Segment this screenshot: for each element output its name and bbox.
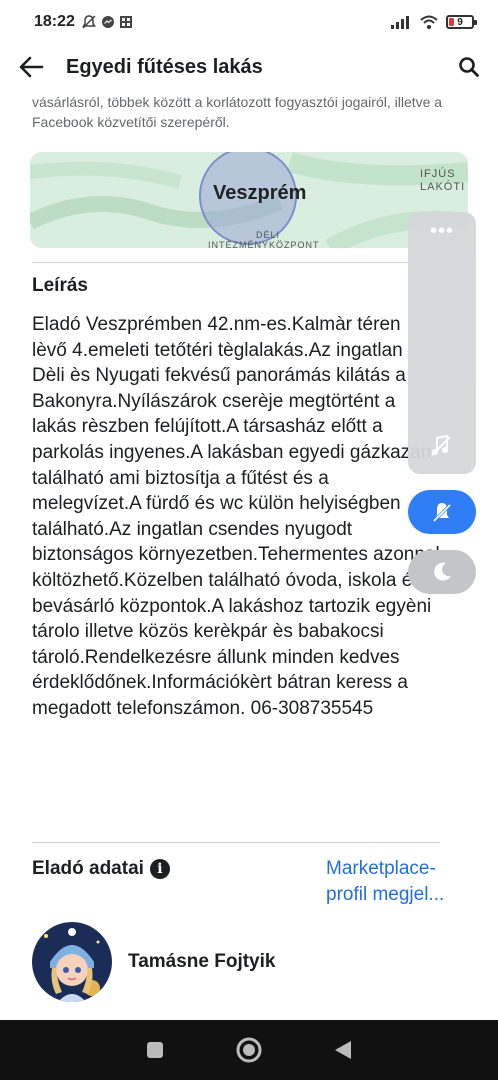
- dark-mode-toggle[interactable]: [408, 550, 476, 594]
- more-dots-icon[interactable]: •••: [408, 220, 476, 243]
- status-bar: 18:22 9: [0, 0, 498, 44]
- divider: [32, 842, 440, 843]
- description-heading: Leírás: [32, 275, 88, 296]
- seller-heading-label: Eladó adatai: [32, 858, 144, 879]
- buyer-rights-notice: vásárlásról, többek között a korlátozott…: [32, 94, 443, 130]
- battery-icon: 9: [446, 15, 477, 29]
- signal-icon: [391, 16, 409, 29]
- map-district-label: IFJÚS LAKÓTI: [420, 168, 466, 193]
- location-map[interactable]: Veszprém IFJÚS LAKÓTI DÉLI INTÉZMÉNYKÖZPON…: [30, 152, 468, 248]
- description-text: Eladó Veszprémben 42.nm-es.Kalmàr téren …: [32, 314, 440, 719]
- page-title: Egyedi fűtéses lakás: [66, 55, 263, 78]
- avatar-image: [32, 922, 112, 1002]
- gallery-icon: [119, 16, 132, 28]
- avatar[interactable]: [32, 922, 112, 1002]
- battery-level: 9: [457, 16, 463, 28]
- sound-off-icon[interactable]: [428, 432, 454, 458]
- messenger-icon: [101, 16, 114, 28]
- divider: [32, 262, 440, 263]
- bell-off-icon: [432, 503, 452, 523]
- recent-apps-icon[interactable]: [145, 1040, 165, 1060]
- top-app-bar: Egyedi fűtéses lakás: [0, 44, 498, 90]
- info-icon[interactable]: i: [149, 858, 170, 879]
- seller-row[interactable]: Tamásne Fojtyik: [32, 922, 275, 1002]
- back-icon[interactable]: [333, 1039, 353, 1061]
- seller-heading: Eladó adatai i: [32, 858, 170, 880]
- marketplace-profile-link[interactable]: Marketplace-profil megjel...: [326, 856, 476, 908]
- seller-name[interactable]: Tamásne Fojtyik: [128, 951, 275, 973]
- map-city-label: Veszprém: [213, 182, 307, 204]
- moon-icon: [434, 562, 451, 581]
- home-icon[interactable]: [235, 1036, 263, 1064]
- notifications-muted-icon: [81, 15, 96, 29]
- do-not-disturb-toggle[interactable]: [408, 490, 476, 534]
- status-time: 18:22: [34, 13, 75, 30]
- back-arrow-icon[interactable]: [18, 56, 44, 78]
- search-icon[interactable]: [458, 56, 480, 78]
- wifi-icon: [420, 15, 438, 29]
- system-navigation-bar: [0, 1020, 498, 1080]
- map-district-label: DÉLI INTÉZMÉNYKÖZPONT: [208, 230, 320, 248]
- floating-side-panel[interactable]: •••: [408, 212, 476, 474]
